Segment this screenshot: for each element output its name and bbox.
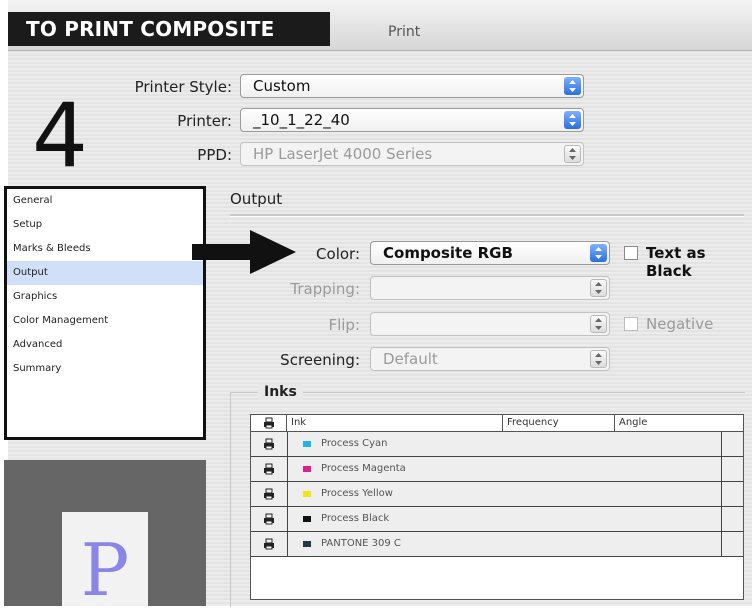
printer-value: _10_1_22_40 [253,111,350,129]
ppd-popup[interactable]: HP LaserJet 4000 Series [240,142,584,166]
ink-name: Process Magenta [321,463,406,474]
preview-page: P [62,512,148,612]
ink-swatch [303,466,311,472]
sidebar-item-advanced[interactable]: Advanced [7,333,203,357]
popup-arrows-icon [590,350,607,368]
print-ink-icon[interactable] [251,507,288,531]
ink-name: Process Yellow [321,488,393,499]
popup-arrows-icon [564,145,581,163]
page-preview: P [4,460,206,612]
print-ink-icon[interactable] [251,532,288,556]
section-divider [230,214,744,217]
ink-name: Process Cyan [321,438,388,449]
popup-arrows-icon [564,111,581,129]
row-divider [721,532,722,556]
ink-row[interactable]: Process Yellow [251,482,743,507]
step-number: 4 [32,84,88,187]
frequency-column-header[interactable]: Frequency [503,415,615,431]
flip-label: Flip: [328,316,360,334]
inks-table: Ink Frequency Angle Process Cyan Process … [250,414,744,600]
color-value: Composite RGB [383,244,513,262]
angle-column-header[interactable]: Angle [615,415,745,431]
negative-label: Negative [646,315,714,333]
category-list: General Setup Marks & Bleeds Output Grap… [4,186,206,440]
print-ink-icon[interactable] [251,457,288,481]
printer-style-popup[interactable]: Custom [240,74,584,98]
printer-style-value: Custom [253,77,311,95]
sidebar-item-graphics[interactable]: Graphics [7,285,203,309]
row-divider [721,457,722,481]
text-as-black-label: Text as Black [646,244,706,280]
popup-arrows-icon [564,77,581,95]
screening-label: Screening: [280,351,360,369]
negative-checkbox[interactable] [624,317,638,331]
sidebar-item-setup[interactable]: Setup [7,213,203,237]
ink-swatch [303,541,311,547]
tutorial-banner: TO PRINT COMPOSITE [8,12,330,46]
ink-row[interactable]: Process Cyan [251,432,743,457]
inks-table-header: Ink Frequency Angle [251,415,743,432]
ink-name: Process Black [321,513,390,524]
row-divider [721,432,722,456]
screening-value: Default [383,350,438,368]
ink-row[interactable]: PANTONE 309 C [251,532,743,557]
sidebar-item-summary[interactable]: Summary [7,357,203,381]
trapping-label: Trapping: [290,280,360,298]
text-as-black-checkbox[interactable] [624,246,638,260]
print-ink-icon[interactable] [251,482,288,506]
preview-glyph: P [80,528,130,612]
sidebar-item-general[interactable]: General [7,189,203,213]
ppd-label: PPD: [197,146,232,164]
ink-name: PANTONE 309 C [321,538,401,549]
popup-arrows-icon [590,279,607,297]
row-divider [721,482,722,506]
printer-style-label: Printer Style: [134,78,232,96]
sidebar-item-marks-bleeds[interactable]: Marks & Bleeds [7,237,203,261]
ink-swatch [303,441,311,447]
color-popup[interactable]: Composite RGB [370,241,610,265]
inks-label: Inks [258,384,303,400]
printer-column-icon [251,415,287,431]
printer-label: Printer: [177,112,232,130]
screening-popup[interactable]: Default [370,347,610,371]
ink-row[interactable]: Process Black [251,507,743,532]
ink-row[interactable]: Process Magenta [251,457,743,482]
sidebar-item-color-management[interactable]: Color Management [7,309,203,333]
printer-popup[interactable]: _10_1_22_40 [240,108,584,132]
ink-swatch [303,491,311,497]
flip-popup[interactable] [370,312,610,336]
output-section-label: Output [230,190,283,208]
ink-swatch [303,516,311,522]
ink-column-header[interactable]: Ink [287,415,503,431]
ppd-value: HP LaserJet 4000 Series [253,145,433,163]
popup-arrows-icon [590,244,607,262]
popup-arrows-icon [590,315,607,333]
window-title: Print [388,24,421,40]
row-divider [721,507,722,531]
trapping-popup[interactable] [370,276,610,300]
sidebar-item-output[interactable]: Output [7,261,203,285]
color-label: Color: [316,245,360,263]
print-ink-icon[interactable] [251,432,288,456]
